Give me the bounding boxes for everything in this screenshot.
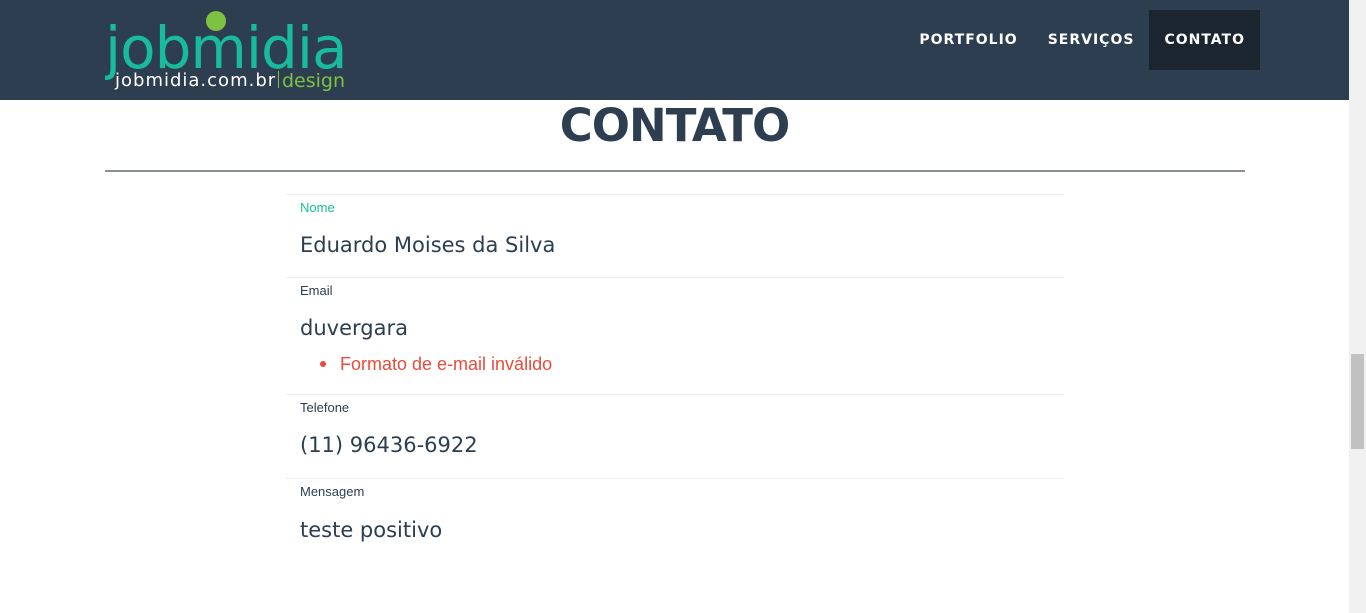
main-nav: PORTFOLIO SERVIÇOS CONTATO [904, 10, 1260, 70]
phone-label: Telefone [300, 400, 350, 415]
email-label: Email [300, 283, 333, 298]
email-input[interactable] [300, 313, 1064, 343]
message-label: Mensagem [300, 484, 365, 499]
message-textarea[interactable]: teste positivo [300, 518, 1064, 550]
name-label: Nome [300, 200, 335, 215]
name-input[interactable] [300, 230, 1064, 260]
email-error-list: Formato de e-mail inválido [300, 353, 1064, 375]
title-divider [105, 170, 1245, 172]
nav-contato[interactable]: CONTATO [1149, 10, 1260, 70]
phone-field-group: Telefone [285, 394, 1064, 478]
page-scrollbar[interactable] [1349, 0, 1366, 613]
nav-servicos[interactable]: SERVIÇOS [1033, 10, 1150, 70]
email-error-message: Formato de e-mail inválido [300, 353, 1064, 375]
phone-input[interactable] [300, 430, 1064, 460]
email-field-group: Email Formato de e-mail inválido [285, 277, 1064, 394]
scrollbar-thumb[interactable] [1351, 354, 1364, 449]
error-bullet-icon [320, 361, 326, 367]
page-title: CONTATO [559, 99, 790, 152]
logo-design-text: design [282, 70, 345, 92]
name-field-group: Nome [285, 194, 1064, 277]
logo-url: jobmidia.com.br [114, 70, 276, 91]
logo-dot [206, 11, 226, 31]
brand-logo[interactable]: jobmidia jobmidia.com.br design [105, 8, 345, 94]
top-navbar: jobmidia jobmidia.com.br design PORTFOLI… [0, 0, 1349, 100]
logo-mark: jobmidia jobmidia.com.br design [105, 11, 345, 92]
message-field-group: Mensagem teste positivo [285, 478, 1064, 578]
logo-divider [278, 71, 279, 88]
contact-form: Nome Email Formato de e-mail inválido Te… [285, 194, 1064, 578]
email-error-text: Formato de e-mail inválido [340, 354, 553, 374]
nav-portfolio[interactable]: PORTFOLIO [904, 10, 1032, 70]
